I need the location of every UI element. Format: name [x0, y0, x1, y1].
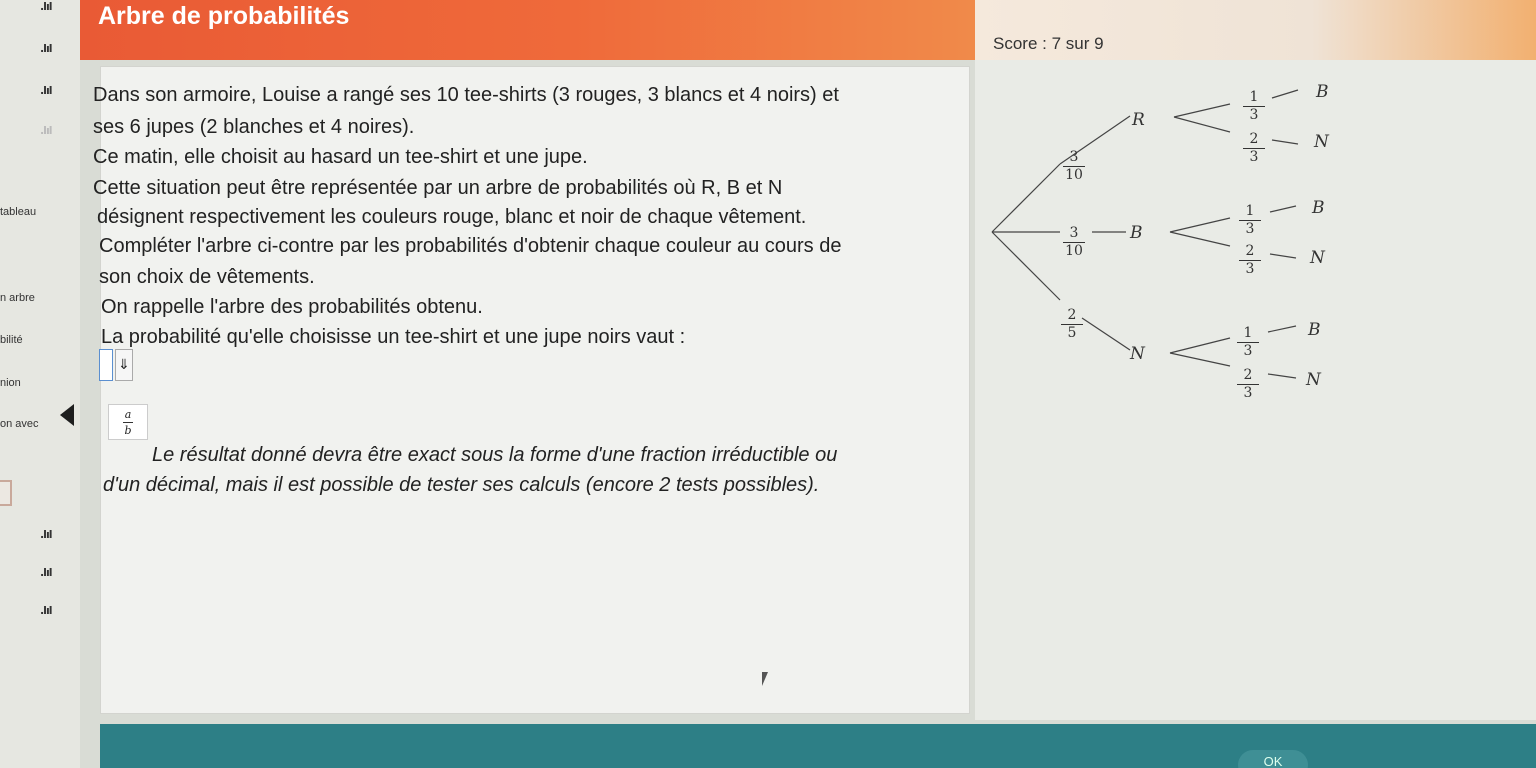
fraction-denominator: b — [124, 424, 132, 437]
fraction-bar — [123, 422, 133, 423]
chart-icon[interactable]: .lıl — [40, 84, 54, 97]
node-label-n: N — [1130, 344, 1145, 364]
probability-nn: 2 3 — [1234, 368, 1262, 401]
tree-branch — [1169, 231, 1231, 247]
header-bar: Arbre de probabilités — [80, 0, 975, 60]
fraction-numerator: 3 — [1069, 149, 1079, 165]
probability-rb: 1 3 — [1240, 90, 1268, 123]
tree-branch — [991, 231, 1061, 301]
probability-n: 2 5 — [1058, 308, 1086, 341]
fraction-numerator: 2 — [1245, 243, 1255, 259]
node-label-bb: B — [1312, 198, 1325, 218]
tree-branch — [1173, 103, 1231, 118]
question-text: La probabilité qu'elle choisisse un tee-… — [101, 326, 686, 348]
node-label-r: R — [1132, 110, 1145, 130]
tree-branch — [1269, 205, 1297, 213]
chart-icon[interactable]: .lıl — [40, 604, 54, 617]
page-title: Arbre de probabilités — [98, 2, 350, 30]
tree-branch — [1267, 325, 1297, 333]
sidebar-tab[interactable] — [0, 480, 12, 506]
instruction-note: Le résultat donné devra être exact sous … — [152, 444, 838, 466]
probability-nb: 1 3 — [1234, 326, 1262, 359]
fraction-denominator: 3 — [1249, 149, 1259, 165]
exercise-text: Dans son armoire, Louise a rangé ses 10 … — [93, 84, 839, 106]
tree-branch — [1267, 373, 1297, 379]
collapse-arrow-icon[interactable] — [60, 404, 74, 426]
exercise-text: désignent respectivement les couleurs ro… — [97, 206, 807, 228]
footer-bar — [100, 724, 1536, 768]
fraction-button[interactable]: a b — [108, 404, 148, 440]
sidebar-item-avec[interactable]: on avec — [0, 418, 39, 430]
sidebar-item-probabilite[interactable]: bilité — [0, 334, 23, 346]
sidebar-item-union[interactable]: nion — [0, 377, 21, 389]
probability-tree — [991, 89, 1299, 379]
fraction-denominator: 3 — [1245, 221, 1255, 237]
chart-icon[interactable]: .lıl — [40, 528, 54, 541]
mouse-cursor-icon — [762, 672, 768, 686]
exercise-text: son choix de vêtements. — [99, 266, 315, 288]
chart-icon[interactable]: .lıl — [40, 42, 54, 55]
fraction-numerator: 1 — [1243, 325, 1253, 341]
fraction-denominator: 10 — [1065, 167, 1083, 183]
probability-r: 3 10 — [1060, 150, 1088, 183]
tree-branch — [1169, 337, 1231, 354]
node-label-nb: B — [1308, 320, 1321, 340]
fraction-numerator: 3 — [1069, 225, 1079, 241]
exercise-text: On rappelle l'arbre des probabilités obt… — [101, 296, 483, 318]
exercise-text: ses 6 jupes (2 blanches et 4 noires). — [93, 116, 415, 138]
tree-branch — [991, 163, 1061, 233]
node-label-b: B — [1130, 223, 1143, 243]
sidebar-item-arbre[interactable]: n arbre — [0, 292, 35, 304]
tree-branch — [1173, 116, 1231, 133]
score-label: Score : 7 sur 9 — [993, 34, 1104, 53]
probability-bb: 1 3 — [1236, 204, 1264, 237]
exercise-text: Cette situation peut être représentée pa… — [93, 177, 783, 199]
probability-bn: 2 3 — [1236, 244, 1264, 277]
node-label-nn: N — [1306, 370, 1321, 390]
exercise-text: Ce matin, elle choisit au hasard un tee-… — [93, 146, 588, 168]
fraction-numerator: a — [124, 408, 132, 421]
tree-branch — [1169, 352, 1231, 367]
ok-button[interactable]: OK — [1238, 750, 1308, 768]
tree-branch — [1271, 89, 1299, 99]
fraction-denominator: 3 — [1243, 343, 1253, 359]
fraction-denominator: 5 — [1067, 325, 1077, 341]
fraction-numerator: 1 — [1245, 203, 1255, 219]
sidebar-item-tableau[interactable]: tableau — [0, 206, 36, 218]
node-label-bn: N — [1310, 248, 1325, 268]
fraction-numerator: 2 — [1067, 307, 1077, 323]
tree-branch — [1269, 253, 1297, 259]
instruction-note: d'un décimal, mais il est possible de te… — [103, 474, 820, 496]
fraction-denominator: 3 — [1249, 107, 1259, 123]
fraction-denominator: 3 — [1245, 261, 1255, 277]
fraction-numerator: 2 — [1243, 367, 1253, 383]
probability-b: 3 10 — [1060, 226, 1088, 259]
probability-rn: 2 3 — [1240, 132, 1268, 165]
node-label-rn: N — [1314, 132, 1329, 152]
tree-branch — [1081, 317, 1131, 351]
node-label-rb: B — [1316, 82, 1329, 102]
sidebar: .lıl .lıl .lıl .lıl tableau n arbre bili… — [0, 0, 80, 768]
fraction-denominator: 3 — [1243, 385, 1253, 401]
answer-input[interactable] — [99, 349, 113, 381]
fraction-numerator: 2 — [1249, 131, 1259, 147]
chart-icon[interactable]: .lıl — [40, 124, 54, 137]
exercise-text: Compléter l'arbre ci-contre par les prob… — [99, 235, 842, 257]
chart-icon[interactable]: .lıl — [40, 0, 54, 13]
submit-arrow-button[interactable]: ⇓ — [115, 349, 133, 381]
fraction-denominator: 10 — [1065, 243, 1083, 259]
tree-branch — [1169, 217, 1231, 233]
chart-icon[interactable]: .lıl — [40, 566, 54, 579]
tree-branch — [1271, 139, 1299, 145]
fraction-numerator: 1 — [1249, 89, 1259, 105]
